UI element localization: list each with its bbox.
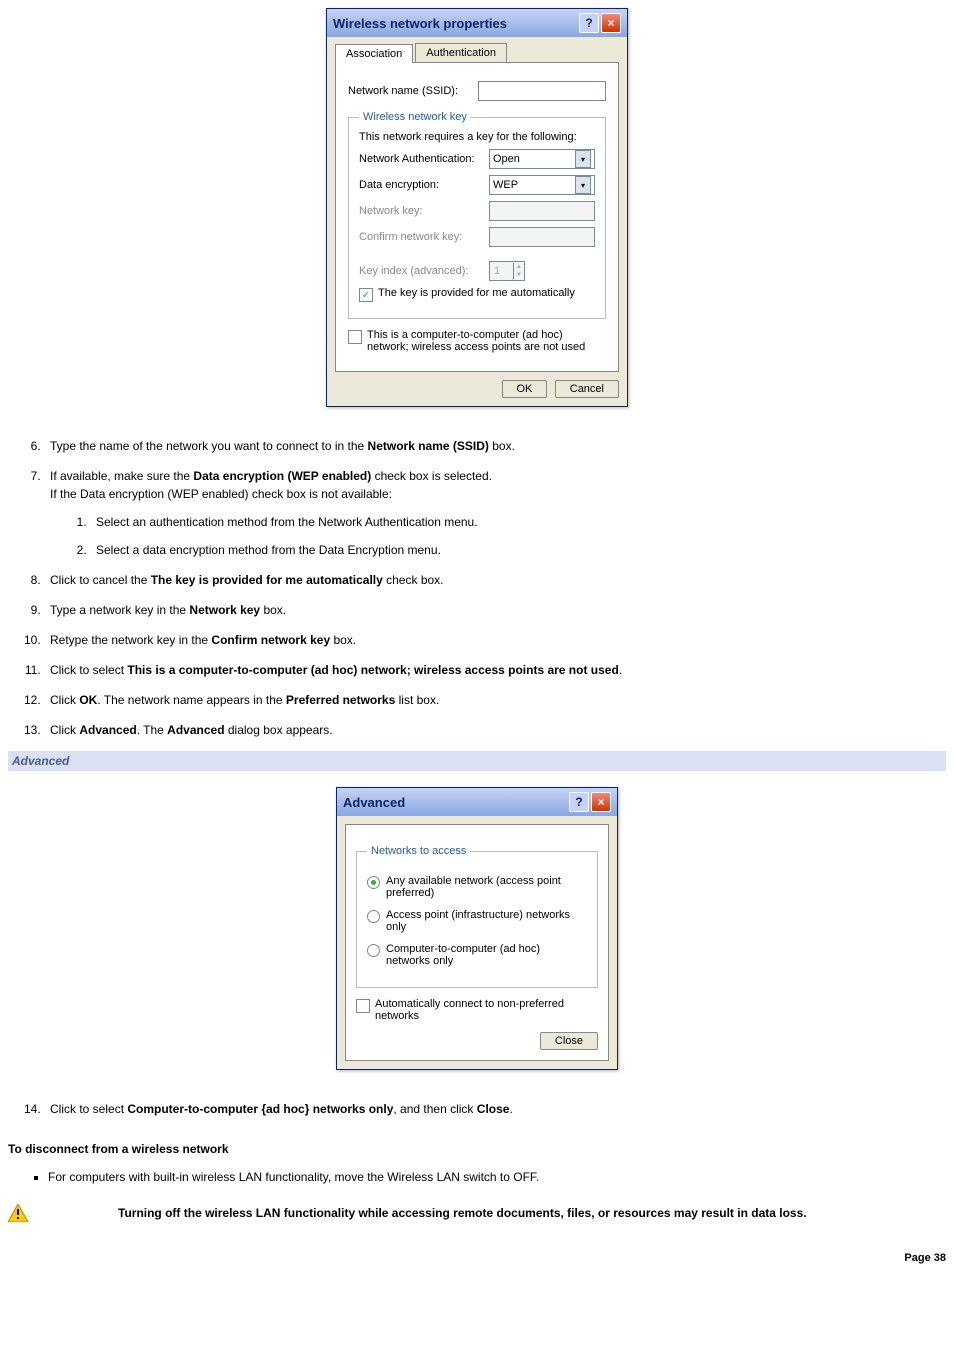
radio-adhoc[interactable] (367, 944, 380, 957)
ssid-label: Network name (SSID): (348, 85, 478, 97)
step-7-sublist: Select an authentication method from the… (50, 513, 946, 559)
auth-label: Network Authentication: (359, 153, 489, 165)
step-9: Type a network key in the Network key bo… (44, 601, 946, 619)
disconnect-heading: To disconnect from a wireless network (8, 1142, 946, 1156)
wireless-properties-dialog: Wireless network properties ? × Associat… (326, 8, 628, 407)
radio-label: Any available network (access point pref… (386, 875, 587, 899)
chevron-down-icon[interactable]: ▾ (575, 150, 591, 168)
step-7-2: Select a data encryption method from the… (90, 541, 946, 559)
networks-access-fieldset: Networks to access Any available network… (356, 845, 598, 988)
wireless-key-fieldset: Wireless network key This network requir… (348, 111, 606, 319)
fieldset-legend: Networks to access (367, 845, 470, 857)
chevron-down-icon[interactable]: ▾ (575, 176, 591, 194)
dialog-titlebar: Advanced ? × (337, 788, 617, 816)
warning-row: Turning off the wireless LAN functionali… (8, 1204, 946, 1222)
auto-key-checkbox[interactable]: ✓ (359, 288, 373, 302)
radio-infrastructure[interactable] (367, 910, 380, 923)
confirmkey-label: Confirm network key: (359, 231, 489, 243)
adhoc-checkbox[interactable] (348, 330, 362, 344)
dialog-title: Wireless network properties (333, 16, 507, 31)
step-7-1: Select an authentication method from the… (90, 513, 946, 531)
enc-label: Data encryption: (359, 179, 489, 191)
keyindex-value: 1 (494, 265, 500, 277)
step-12: Click OK. The network name appears in th… (44, 691, 946, 709)
warning-text: Turning off the wireless LAN functionali… (118, 1204, 807, 1222)
auto-connect-label: Automatically connect to non-preferred n… (375, 998, 598, 1022)
radio-label: Computer-to-computer (ad hoc) networks o… (386, 943, 587, 967)
tab-panel: Network name (SSID): Wireless network ke… (335, 62, 619, 372)
radio-any-network[interactable] (367, 876, 380, 889)
warning-icon (8, 1204, 28, 1222)
close-icon[interactable]: × (591, 792, 611, 812)
step-7: If available, make sure the Data encrypt… (44, 467, 946, 559)
dialog-title: Advanced (343, 795, 405, 810)
enc-value: WEP (493, 179, 518, 191)
step-11: Click to select This is a computer-to-co… (44, 661, 946, 679)
disconnect-item: For computers with built-in wireless LAN… (48, 1168, 946, 1186)
adhoc-label: This is a computer-to-computer (ad hoc) … (367, 329, 606, 353)
radio-label: Access point (infrastructure) networks o… (386, 909, 587, 933)
steps-list-cont: Click to select Computer-to-computer {ad… (8, 1100, 946, 1118)
keyindex-spinner: 1 ▲▼ (489, 261, 525, 281)
confirmkey-input (489, 227, 595, 247)
close-button[interactable]: Close (540, 1032, 598, 1050)
auth-value: Open (493, 153, 520, 165)
enc-select[interactable]: WEP ▾ (489, 175, 595, 195)
help-icon[interactable]: ? (569, 792, 589, 812)
steps-list: Type the name of the network you want to… (8, 437, 946, 739)
disconnect-list: For computers with built-in wireless LAN… (8, 1168, 946, 1186)
keyindex-label: Key index (advanced): (359, 265, 489, 277)
step-10: Retype the network key in the Confirm ne… (44, 631, 946, 649)
dialog-titlebar: Wireless network properties ? × (327, 9, 627, 37)
step-14: Click to select Computer-to-computer {ad… (44, 1100, 946, 1118)
netkey-label: Network key: (359, 205, 489, 217)
auto-connect-checkbox[interactable] (356, 999, 370, 1013)
step-6: Type the name of the network you want to… (44, 437, 946, 455)
ok-button[interactable]: OK (502, 380, 548, 398)
auto-key-label: The key is provided for me automatically (378, 287, 575, 299)
close-icon[interactable]: × (601, 13, 621, 33)
tab-row: Association Authentication (335, 43, 619, 62)
fieldset-legend: Wireless network key (359, 111, 471, 123)
netkey-input (489, 201, 595, 221)
ssid-input[interactable] (478, 81, 606, 101)
fieldset-intro: This network requires a key for the foll… (359, 131, 595, 143)
advanced-banner: Advanced (8, 751, 946, 771)
help-icon[interactable]: ? (579, 13, 599, 33)
page-footer: Page 38 (8, 1252, 946, 1264)
advanced-dialog: Advanced ? × Networks to access Any avai… (336, 787, 618, 1070)
step-13: Click Advanced. The Advanced dialog box … (44, 721, 946, 739)
tab-association[interactable]: Association (335, 44, 413, 63)
auth-select[interactable]: Open ▾ (489, 149, 595, 169)
step-8: Click to cancel the The key is provided … (44, 571, 946, 589)
tab-authentication[interactable]: Authentication (415, 43, 507, 62)
cancel-button[interactable]: Cancel (555, 380, 619, 398)
